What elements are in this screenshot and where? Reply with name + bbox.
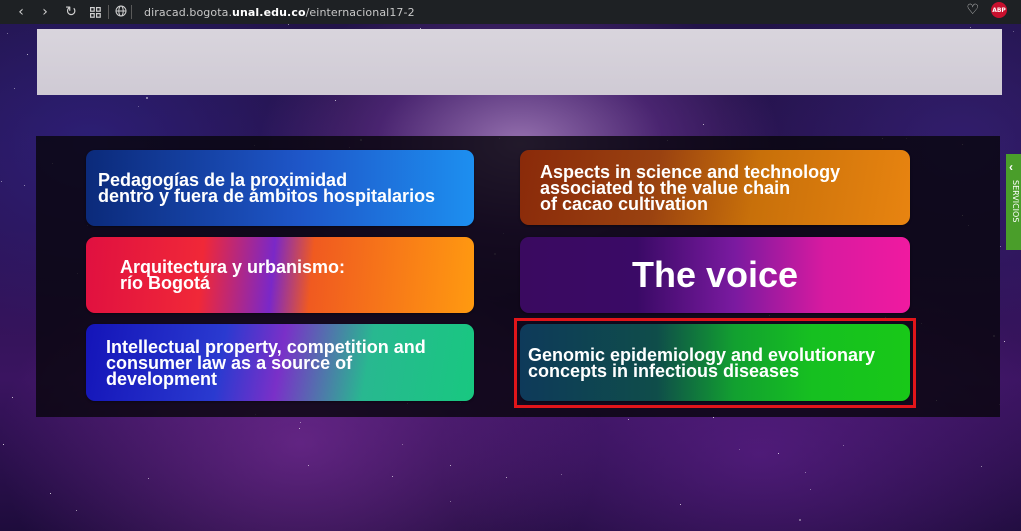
star bbox=[506, 477, 507, 478]
star bbox=[561, 474, 562, 475]
star bbox=[7, 33, 8, 34]
url-domain: unal.edu.co bbox=[232, 5, 306, 19]
selection-highlight bbox=[514, 318, 916, 408]
card-label: The voice bbox=[631, 254, 799, 295]
star bbox=[1013, 31, 1014, 32]
reload-icon[interactable]: ↻ bbox=[62, 2, 80, 22]
star bbox=[299, 428, 300, 429]
star bbox=[148, 478, 149, 479]
globe-icon bbox=[115, 5, 127, 20]
address-bar[interactable]: diracad.bogota.unal.edu.co/einternaciona… bbox=[144, 6, 415, 19]
toolbar-right: ♡ ABP bbox=[966, 2, 1007, 18]
star bbox=[392, 476, 393, 477]
forward-icon[interactable]: › bbox=[36, 2, 54, 22]
top-banner bbox=[37, 29, 1002, 95]
star bbox=[1004, 341, 1005, 342]
star bbox=[680, 504, 681, 505]
adblock-label: ABP bbox=[992, 6, 1006, 14]
star bbox=[14, 88, 15, 89]
adblock-icon[interactable]: ABP bbox=[991, 2, 1007, 18]
apps-icon[interactable] bbox=[86, 2, 104, 22]
star bbox=[50, 493, 51, 494]
star bbox=[27, 54, 28, 55]
star bbox=[739, 449, 740, 450]
card-arquitectura[interactable]: Arquitectura y urbanismo: río Bogotá bbox=[86, 237, 474, 313]
star bbox=[146, 97, 148, 99]
card-pedagogias[interactable]: Pedagogías de la proximidad dentro y fue… bbox=[86, 150, 474, 226]
star bbox=[24, 185, 25, 186]
star bbox=[778, 453, 779, 454]
card-label: Aspects in science and technology associ… bbox=[540, 161, 841, 214]
star bbox=[12, 397, 13, 398]
card-label: Pedagogías de la proximidad dentro y fue… bbox=[98, 170, 436, 206]
star bbox=[76, 510, 77, 511]
star bbox=[288, 24, 289, 25]
card-intellectual-property[interactable]: Intellectual property, competition and c… bbox=[86, 324, 474, 401]
url-prefix: diracad.bogota. bbox=[144, 5, 233, 19]
star bbox=[799, 519, 801, 521]
star bbox=[1000, 246, 1001, 247]
card-label: Arquitectura y urbanismo: río Bogotá bbox=[120, 257, 346, 293]
back-icon[interactable]: ‹ bbox=[12, 2, 30, 22]
card-the-voice[interactable]: The voice bbox=[520, 237, 910, 313]
toolbar-divider bbox=[108, 5, 109, 19]
star bbox=[805, 472, 806, 473]
star bbox=[3, 444, 4, 445]
star bbox=[981, 466, 982, 467]
star bbox=[335, 100, 336, 101]
star bbox=[450, 465, 451, 466]
star bbox=[300, 422, 301, 423]
browser-toolbar: ‹ › ↻ diracad.bogota.unal.edu.co/eintern… bbox=[0, 0, 1021, 24]
star bbox=[628, 419, 629, 420]
chevron-left-icon: ‹ bbox=[1009, 160, 1013, 174]
side-tab-label: SERVICIOS bbox=[1011, 180, 1020, 223]
url-path: /einternacional17-2 bbox=[305, 5, 415, 19]
star bbox=[1, 181, 2, 182]
star bbox=[703, 124, 704, 125]
star bbox=[843, 445, 844, 446]
card-label: Intellectual property, competition and c… bbox=[106, 336, 426, 389]
servicios-side-tab[interactable]: ‹ SERVICIOS bbox=[1006, 154, 1021, 250]
star bbox=[402, 444, 403, 445]
star bbox=[138, 106, 139, 107]
heart-icon[interactable]: ♡ bbox=[966, 2, 979, 18]
url-divider bbox=[131, 5, 132, 19]
star bbox=[713, 417, 714, 418]
star bbox=[308, 465, 309, 466]
star bbox=[970, 27, 971, 28]
card-cacao[interactable]: Aspects in science and technology associ… bbox=[520, 150, 910, 225]
star bbox=[810, 489, 811, 490]
star bbox=[450, 501, 451, 502]
